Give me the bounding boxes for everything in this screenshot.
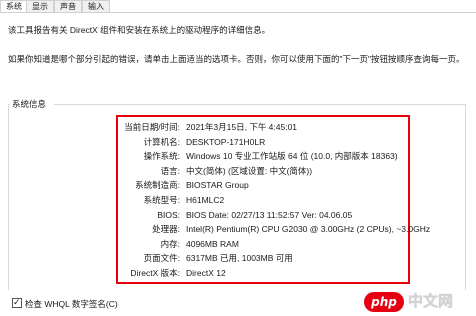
tab-sound[interactable]: 声音 (54, 0, 82, 12)
system-info-row: 处理器: Intel(R) Pentium(R) CPU G2030 @ 3.00… (116, 222, 430, 236)
system-info-value: 6317MB 已用, 1003MB 可用 (186, 253, 293, 264)
tab-bar: 系统 显示 声音 输入 (0, 0, 476, 13)
system-info-row: 当前日期/时间: 2021年3月15日, 下午 4:45:01 (116, 120, 410, 134)
system-info-label: 内存: (160, 238, 180, 249)
system-info-row: DirectX 版本: DirectX 12 (116, 266, 410, 280)
system-info-group-title: 系统信息 (12, 99, 47, 109)
system-info-row: 计算机名: DESKTOP-171H0LR (116, 135, 410, 149)
php-logo-icon: php (364, 292, 404, 312)
system-info-row: 内存: 4096MB RAM (116, 237, 410, 251)
system-info-value: BIOSTAR Group (186, 180, 249, 191)
intro-text: 该工具报告有关 DirectX 组件和安装在系统上的驱动程序的详细信息。 (8, 25, 271, 35)
system-info-label: BIOS: (157, 209, 180, 220)
system-info-value: DirectX 12 (186, 268, 226, 278)
watermark-text: 中文网 (408, 293, 454, 310)
system-info-row: 语言: 中文(简体) (区域设置: 中文(简体)) (116, 164, 410, 178)
system-info-label: 系统型号: (143, 195, 180, 205)
system-info-row: 系统型号: H61MLC2 (116, 193, 410, 207)
tab-input[interactable]: 输入 (82, 0, 110, 12)
system-info-value: 2021年3月15日, 下午 4:45:01 (186, 122, 298, 132)
system-info-label: 操作系统: (143, 151, 180, 162)
tab-display[interactable]: 显示 (26, 0, 54, 12)
tab-divider (0, 12, 476, 13)
system-info-label: 页面文件: (143, 253, 180, 264)
system-info-label: 语言: (160, 165, 180, 176)
system-info-label: DirectX 版本: (130, 268, 180, 278)
system-info-label: 系统制造商: (135, 180, 180, 191)
system-info-row: 页面文件: 6317MB 已用, 1003MB 可用 (116, 251, 410, 265)
whql-checkbox[interactable]: ✓ 检查 WHQL 数字签名(C) (12, 297, 118, 310)
system-info-value: DESKTOP-171H0LR (186, 136, 266, 147)
system-info-label: 当前日期/时间: (124, 122, 180, 132)
intro-text-2: 如果你知道是哪个部分引起的错误，请单击上面适当的选项卡。否则，你可以使用下面的"… (8, 54, 465, 64)
system-info-value: 中文(简体) (区域设置: 中文(简体)) (186, 165, 313, 176)
system-info-value: Windows 10 专业工作站版 64 位 (10.0, 内部版本 18363… (186, 151, 398, 162)
whql-label: 检查 WHQL 数字签名(C) (25, 299, 118, 309)
system-info-value: BIOS Date: 02/27/13 11:52:57 Ver: 04.06.… (186, 209, 353, 220)
system-info-row: 操作系统: Windows 10 专业工作站版 64 位 (10.0, 内部版本 … (116, 149, 410, 163)
system-info-value: Intel(R) Pentium(R) CPU G2030 @ 3.00GHz … (186, 224, 431, 235)
system-info-row: 系统制造商: BIOSTAR Group (116, 178, 410, 192)
system-info-label: 计算机名: (143, 136, 180, 147)
system-info-value: 4096MB RAM (186, 238, 239, 249)
system-info-row: BIOS: BIOS Date: 02/27/13 11:52:57 Ver: 0… (116, 208, 410, 222)
checkbox-icon[interactable]: ✓ (12, 297, 22, 308)
system-info-label: 处理器: (152, 224, 180, 235)
system-info-value: H61MLC2 (186, 195, 225, 205)
watermark: php 中文网 (364, 290, 474, 314)
